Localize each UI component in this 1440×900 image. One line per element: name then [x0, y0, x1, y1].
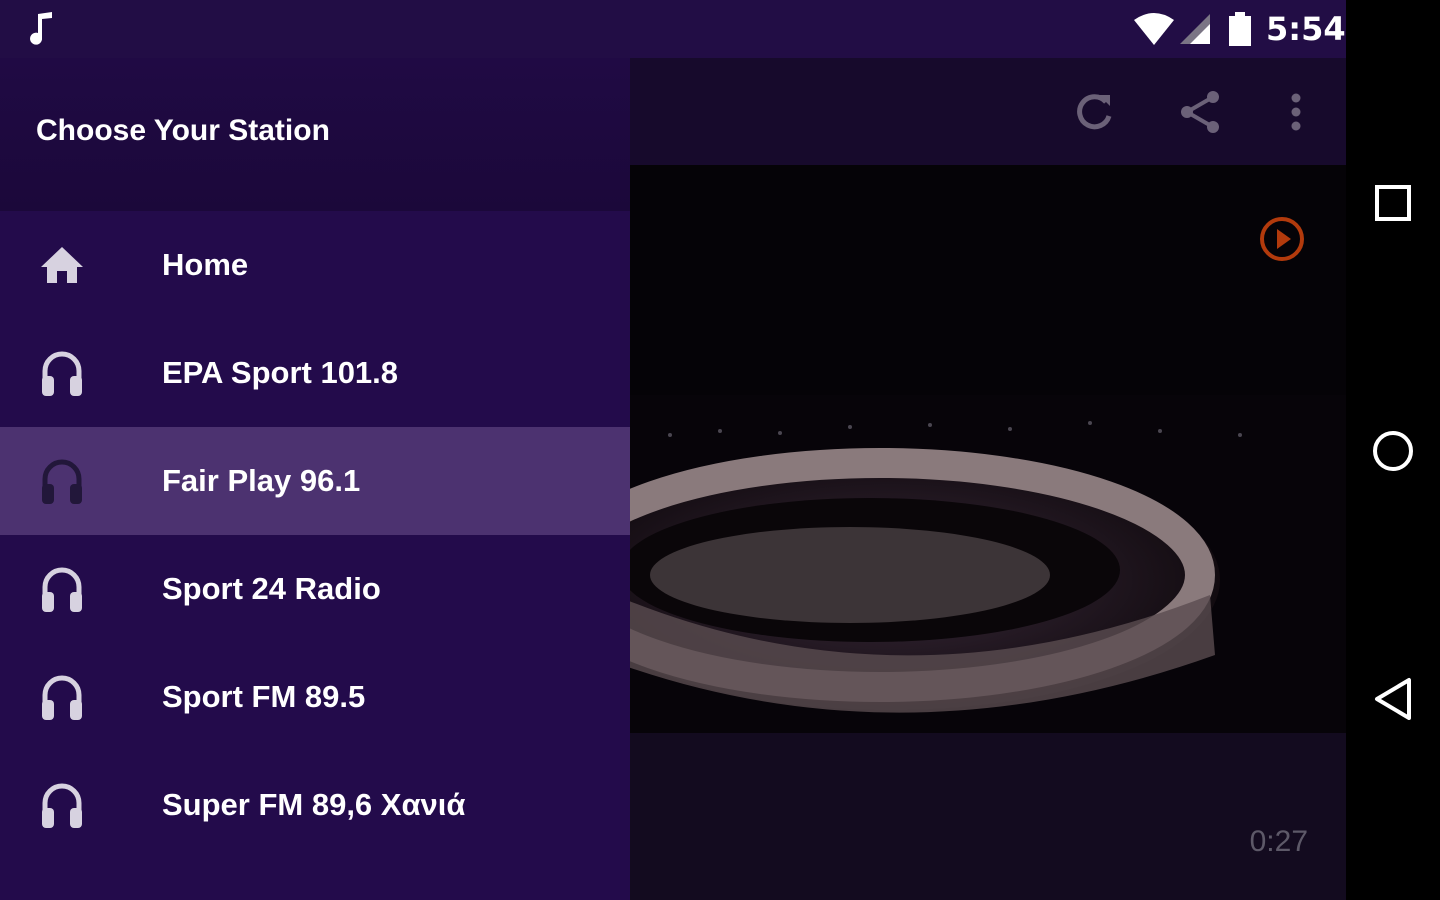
- player-panel: 0:27: [630, 733, 1346, 900]
- wifi-icon: [1134, 13, 1174, 45]
- refresh-icon: [1077, 94, 1112, 130]
- share-button[interactable]: [1172, 84, 1228, 140]
- music-note-icon: [30, 12, 52, 45]
- station-menu: Home EPA Sport 101.8 Fair Play 96.1 Spor…: [0, 211, 630, 859]
- menu-item-label: Sport FM 89.5: [162, 679, 366, 714]
- overflow-menu-button[interactable]: [1268, 84, 1324, 140]
- drawer-title: Choose Your Station: [36, 114, 330, 147]
- headphones-icon: [38, 673, 86, 721]
- home-icon: [38, 241, 86, 289]
- menu-item-station[interactable]: Super FM 89,6 Χανιά: [0, 751, 630, 859]
- recents-icon: [1375, 185, 1411, 221]
- elapsed-time: 0:27: [1249, 825, 1308, 858]
- headphones-icon: [38, 781, 86, 829]
- back-icon: [1375, 678, 1411, 720]
- drawer-header: Choose Your Station: [0, 58, 630, 211]
- station-image: [630, 165, 1346, 733]
- menu-item-station[interactable]: Sport 24 Radio: [0, 535, 630, 643]
- menu-item-station[interactable]: EPA Sport 101.8: [0, 319, 630, 427]
- menu-item-label: EPA Sport 101.8: [162, 355, 399, 390]
- home-nav-button[interactable]: [1368, 426, 1418, 476]
- headphones-icon: [38, 457, 86, 505]
- share-icon: [1181, 91, 1219, 133]
- menu-item-station[interactable]: Sport FM 89.5: [0, 643, 630, 751]
- menu-item-station-selected[interactable]: Fair Play 96.1: [0, 427, 630, 535]
- home-circle-icon: [1373, 431, 1413, 471]
- recents-button[interactable]: [1368, 178, 1418, 228]
- menu-item-label: Home: [162, 247, 249, 282]
- app-screen: 5:54 0:27 Choose Your Station Home EPA S…: [0, 0, 1346, 900]
- menu-item-label: Sport 24 Radio: [162, 571, 381, 606]
- app-toolbar: [630, 58, 1346, 165]
- navigation-drawer: Choose Your Station Home EPA Sport 101.8…: [0, 58, 630, 900]
- back-button[interactable]: [1368, 674, 1418, 724]
- battery-icon: [1229, 12, 1251, 46]
- play-circle-icon[interactable]: [1258, 215, 1306, 263]
- refresh-button[interactable]: [1066, 84, 1122, 140]
- status-time: 5:54: [1266, 10, 1346, 48]
- signal-icon: [1180, 14, 1210, 44]
- menu-item-home[interactable]: Home: [0, 211, 630, 319]
- menu-item-label: Super FM 89,6 Χανιά: [162, 787, 466, 822]
- system-nav-bar: [1346, 0, 1440, 900]
- headphones-icon: [38, 565, 86, 613]
- menu-item-label: Fair Play 96.1: [162, 463, 361, 498]
- stadium-image: [630, 395, 1346, 733]
- more-vertical-icon: [1291, 93, 1301, 131]
- status-bar: 5:54: [0, 0, 1346, 58]
- headphones-icon: [38, 349, 86, 397]
